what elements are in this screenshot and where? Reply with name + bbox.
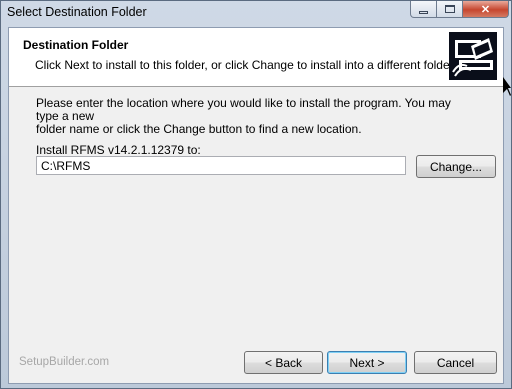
wizard-header: Destination Folder Click Next to install…	[9, 28, 503, 87]
window-controls: ✕	[410, 1, 509, 18]
close-button[interactable]: ✕	[463, 1, 509, 18]
minimize-icon	[419, 10, 428, 14]
install-location-label: Install RFMS v14.2.1.12379 to:	[36, 143, 201, 157]
back-button[interactable]: < Back	[244, 351, 323, 374]
installer-computer-icon	[449, 32, 497, 80]
title-bar[interactable]: Select Destination Folder ✕	[1, 1, 511, 27]
maximize-icon	[444, 5, 455, 13]
cancel-button[interactable]: Cancel	[414, 351, 497, 374]
minimize-button[interactable]	[410, 1, 437, 18]
setup-window: Select Destination Folder ✕ Destination …	[0, 0, 512, 389]
dialog-client-area: Destination Folder Click Next to install…	[8, 27, 504, 384]
instructions-text: Please enter the location where you woul…	[36, 97, 476, 136]
destination-path-input[interactable]	[36, 156, 406, 175]
close-icon: ✕	[480, 3, 491, 16]
mouse-cursor-icon	[503, 77, 511, 100]
page-subtitle: Click Next to install to this folder, or…	[35, 58, 457, 72]
change-button[interactable]: Change...	[416, 155, 496, 178]
window-title: Select Destination Folder	[7, 5, 147, 19]
next-button[interactable]: Next >	[327, 351, 407, 374]
page-title: Destination Folder	[23, 38, 129, 52]
maximize-button[interactable]	[437, 1, 463, 18]
instructions-line-1: Please enter the location where you woul…	[36, 96, 451, 123]
brand-watermark: SetupBuilder.com	[19, 356, 110, 368]
instructions-line-2: folder name or click the Change button t…	[36, 122, 362, 136]
